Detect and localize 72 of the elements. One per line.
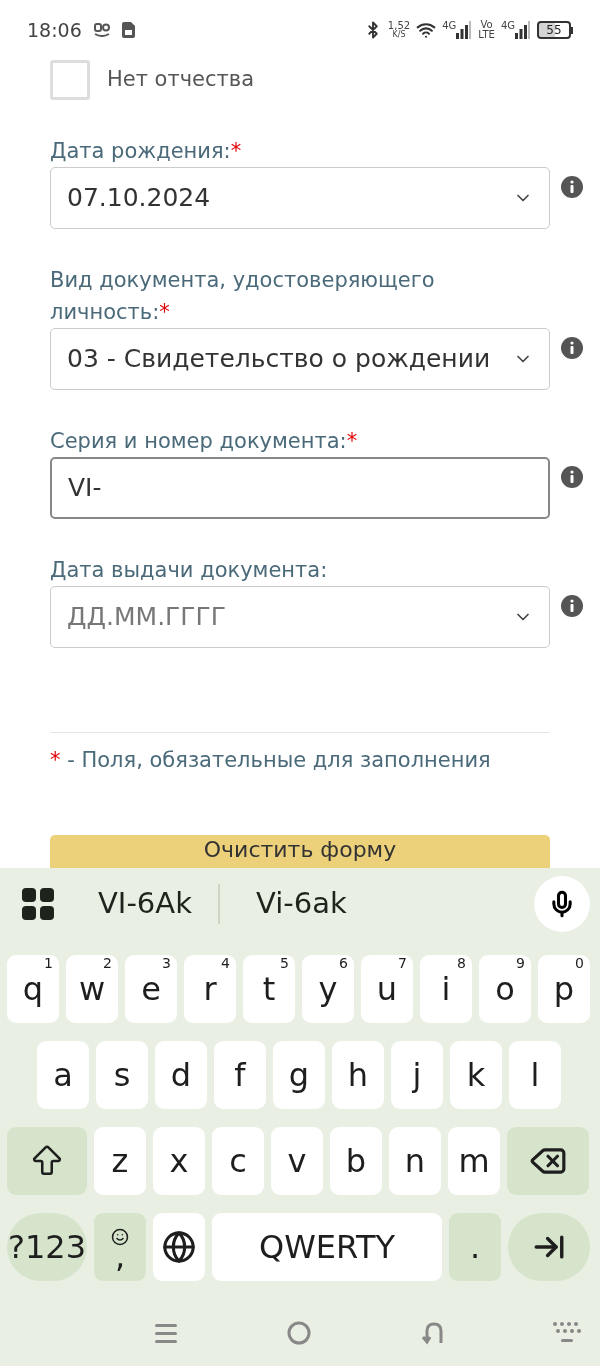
emoji-comma-key[interactable]: ,: [94, 1213, 146, 1281]
recent-apps-icon[interactable]: [155, 1322, 177, 1344]
keyboard-key[interactable]: i 8: [420, 955, 472, 1023]
battery-icon: 55: [537, 21, 571, 39]
keyboard-key[interactable]: s: [96, 1041, 148, 1109]
emoji-icon: [111, 1228, 129, 1246]
keyboard-key[interactable]: w 2: [66, 955, 118, 1023]
date-select-field[interactable]: ДД.ММ.ГГГГ: [50, 586, 550, 648]
info-icon[interactable]: [560, 465, 584, 489]
keyboard-key[interactable]: d: [155, 1041, 207, 1109]
info-icon[interactable]: [560, 175, 584, 199]
network-speed: 1,52: [387, 21, 411, 30]
field-label: Дата рождения:*: [50, 138, 243, 165]
space-key[interactable]: QWERTY: [212, 1213, 442, 1281]
keyboard-key[interactable]: p 0: [538, 955, 590, 1023]
keyboard-key[interactable]: g: [273, 1041, 325, 1109]
lte-label: LTE: [478, 30, 495, 40]
required-note: * - Поля, обязательные для заполнения: [50, 747, 492, 774]
app-notification-icon: [93, 23, 110, 37]
keyboard-key[interactable]: q 1: [7, 955, 59, 1023]
keyboard-key[interactable]: v: [271, 1127, 323, 1195]
microphone-button[interactable]: [534, 876, 590, 932]
shift-key[interactable]: [7, 1127, 87, 1195]
network-type: 4G: [500, 21, 515, 31]
home-icon[interactable]: [287, 1321, 311, 1345]
suggestion[interactable]: Vi-6ak: [255, 882, 347, 926]
field-label: Вид документа, удостоверяющего личность:*: [50, 267, 436, 326]
suggestion[interactable]: VI-6Ak: [98, 882, 192, 926]
checkbox-label: Нет отчества: [107, 66, 255, 94]
keyboard-key[interactable]: j: [391, 1041, 443, 1109]
volte-label: Vo: [480, 20, 493, 30]
signal-icon: [456, 21, 473, 39]
keyboard-key[interactable]: l: [509, 1041, 561, 1109]
keyboard-key[interactable]: y 6: [302, 955, 354, 1023]
date-select-field[interactable]: 03 - Свидетельство о рождении: [50, 328, 550, 390]
keyboard-key[interactable]: f: [214, 1041, 266, 1109]
globe-icon: [162, 1230, 196, 1264]
wifi-icon: [416, 20, 437, 40]
clear-form-button[interactable]: Очистить форму: [50, 834, 550, 868]
backspace-key[interactable]: [507, 1127, 589, 1195]
language-key[interactable]: [153, 1213, 205, 1281]
keyboard-key[interactable]: c: [212, 1127, 264, 1195]
info-icon[interactable]: [560, 594, 584, 618]
keyboard-key[interactable]: a: [37, 1041, 89, 1109]
keyboard-key[interactable]: t 5: [243, 955, 295, 1023]
network-type: 4G: [442, 21, 457, 31]
input-field[interactable]: VI-: [50, 457, 550, 519]
symbols-key[interactable]: ?123: [7, 1213, 87, 1281]
signal-icon: [515, 21, 531, 39]
keyboard-key[interactable]: r 4: [184, 955, 236, 1023]
keyboard-key[interactable]: x: [153, 1127, 205, 1195]
keyboard-key[interactable]: b: [330, 1127, 382, 1195]
speed-unit: K/S: [392, 30, 406, 39]
keyboard-key[interactable]: e 3: [125, 955, 177, 1023]
keyboard-key[interactable]: z: [94, 1127, 146, 1195]
keyboard-key[interactable]: n: [389, 1127, 441, 1195]
sim-card-icon: [121, 22, 135, 38]
field-label: Серия и номер документа:*: [50, 428, 359, 455]
apps-grid-icon[interactable]: [22, 888, 54, 920]
date-select-field[interactable]: 07.10.2024: [50, 167, 550, 229]
back-icon[interactable]: [421, 1321, 445, 1345]
keyboard-key[interactable]: o 9: [479, 955, 531, 1023]
info-icon[interactable]: [560, 336, 584, 360]
keyboard-key[interactable]: u 7: [361, 955, 413, 1023]
period-key[interactable]: .: [449, 1213, 501, 1281]
keyboard-key[interactable]: k: [450, 1041, 502, 1109]
keyboard-key[interactable]: m: [448, 1127, 500, 1195]
keyboard-key[interactable]: h: [332, 1041, 384, 1109]
field-label: Дата выдачи документа:: [50, 557, 329, 584]
clock: 18:06: [27, 17, 82, 43]
keyboard-hide-icon[interactable]: [553, 1322, 581, 1344]
checkbox[interactable]: [50, 60, 90, 100]
